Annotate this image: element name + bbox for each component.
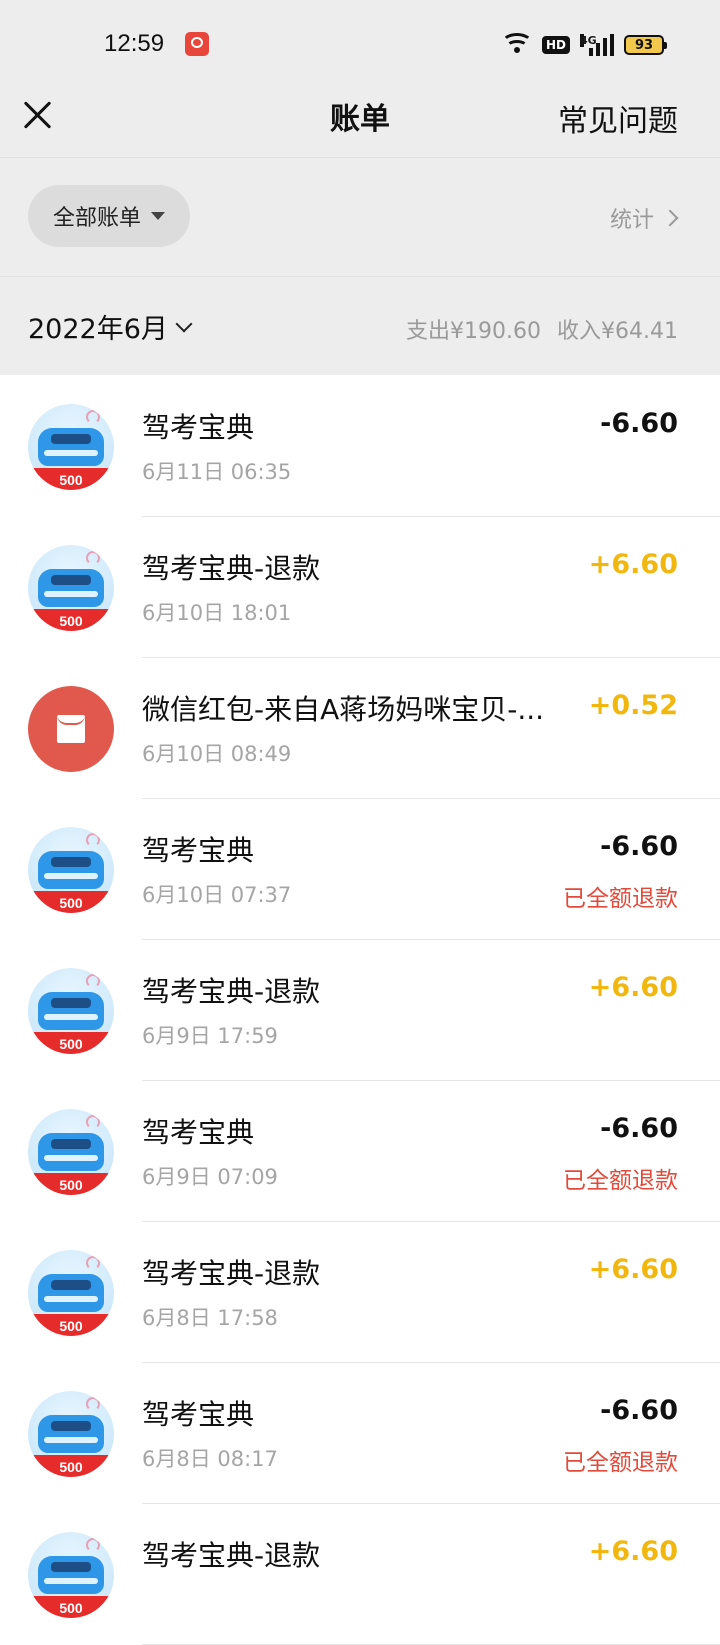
transaction-row[interactable]: 500 驾考宝典-退款 6月8日 17:58 +6.60 [0,1222,720,1363]
transaction-title: 驾考宝典-退款 [142,1257,321,1290]
transaction-amount: -6.60 [600,831,678,862]
bill-type-filter[interactable]: 全部账单 [28,185,190,247]
flag-icon [86,974,100,988]
transaction-row[interactable]: 500 驾考宝典 6月11日 06:35 -6.60 [0,376,720,517]
flag-icon [86,1538,100,1552]
transaction-row[interactable]: 500 驾考宝典 6月8日 08:17 -6.60 已全额退款 [0,1363,720,1504]
transaction-row[interactable]: 500 驾考宝典-退款 +6.60 [0,1504,720,1645]
transaction-title: 驾考宝典-退款 [142,1539,321,1572]
signal-icon: 4G [580,34,614,56]
transaction-title: 驾考宝典 [142,411,255,444]
transaction-title: 驾考宝典 [142,834,255,867]
caret-down-icon [151,212,165,220]
car-icon [38,428,104,466]
battery-icon: 93 [624,35,667,55]
month-summary-bar: 2022年6月 支出¥190.60 收入¥64.41 [0,277,720,375]
transaction-row[interactable]: 500 驾考宝典 6月10日 07:37 -6.60 已全额退款 [0,799,720,940]
car-icon [38,1274,104,1312]
transaction-row[interactable]: 微信红包-来自A蒋场妈咪宝贝-... 6月10日 08:49 +0.52 [0,658,720,799]
filter-bar: 全部账单 统计 [0,158,720,276]
avatar-badge: 500 [59,1318,83,1334]
transaction-time: 6月8日 17:58 [142,1306,278,1330]
transaction-amount: +6.60 [588,972,678,1003]
transaction-time: 6月10日 08:49 [142,742,292,766]
transaction-amount: -6.60 [600,1113,678,1144]
stats-link[interactable]: 统计 [609,202,679,234]
avatar-badge: 500 [59,1036,83,1052]
avatar-badge: 500 [59,1600,83,1616]
hd-badge: HD [541,36,570,54]
income-total: 收入¥64.41 [557,319,678,344]
car-app-icon: 500 [28,1250,114,1336]
envelope-icon [57,715,85,743]
car-app-icon: 500 [28,1391,114,1477]
car-app-icon: 500 [28,827,114,913]
transaction-row[interactable]: 500 驾考宝典 6月9日 07:09 -6.60 已全额退款 [0,1081,720,1222]
car-app-icon: 500 [28,545,114,631]
flag-icon [86,1115,100,1129]
filter-label: 全部账单 [52,206,141,231]
car-icon [38,1556,104,1594]
flag-icon [86,1397,100,1411]
car-icon [38,569,104,607]
status-time: 12:59 [104,30,165,57]
refund-status: 已全额退款 [563,1168,678,1194]
status-bar: 12:59 HD 4G 93 [0,0,720,90]
chevron-down-icon [175,315,193,332]
transaction-title: 驾考宝典-退款 [142,552,321,585]
chevron-right-icon [661,209,679,227]
car-app-icon: 500 [28,1532,114,1618]
car-app-icon: 500 [28,404,114,490]
transaction-row[interactable]: 500 驾考宝典-退款 6月9日 17:59 +6.60 [0,940,720,1081]
transaction-title: 驾考宝典 [142,1398,255,1431]
expense-total: 支出¥190.60 [406,319,542,344]
month-totals: 支出¥190.60 收入¥64.41 [406,313,678,345]
transaction-time: 6月9日 07:09 [142,1165,278,1189]
month-picker[interactable]: 2022年6月 [28,307,193,346]
transaction-title: 微信红包-来自A蒋场妈咪宝贝-... [142,693,545,726]
avatar-badge: 500 [59,613,83,629]
transaction-time: 6月8日 08:17 [142,1447,278,1471]
transaction-title: 驾考宝典 [142,1116,255,1149]
transaction-amount: +6.60 [588,1536,678,1567]
car-app-icon: 500 [28,968,114,1054]
transaction-amount: +6.60 [588,1254,678,1285]
transaction-amount: +0.52 [588,690,678,721]
faq-link[interactable]: 常见问题 [558,96,678,140]
transaction-title: 驾考宝典-退款 [142,975,321,1008]
flag-icon [86,833,100,847]
flag-icon [86,551,100,565]
car-icon [38,992,104,1030]
flag-icon [86,1256,100,1270]
transaction-time: 6月9日 17:59 [142,1024,278,1048]
transaction-row[interactable]: 500 驾考宝典-退款 6月10日 18:01 +6.60 [0,517,720,658]
red-packet-icon [28,686,114,772]
transaction-time: 6月10日 18:01 [142,601,292,625]
transaction-time: 6月11日 06:35 [142,460,292,484]
top-nav-bar: 账单 常见问题 [0,90,720,158]
stats-label: 统计 [609,208,654,233]
transaction-list: 500 驾考宝典 6月11日 06:35 -6.60 500 驾考宝典-退款 6月10日 1… [0,376,720,1645]
transaction-amount: +6.60 [588,549,678,580]
refund-status: 已全额退款 [563,1450,678,1476]
transaction-amount: -6.60 [600,1395,678,1426]
transaction-amount: -6.60 [600,408,678,439]
month-label: 2022年6月 [28,314,168,345]
refund-status: 已全额退款 [563,886,678,912]
avatar-badge: 500 [59,1177,83,1193]
car-icon [38,1133,104,1171]
notification-app-icon [185,32,209,56]
transaction-time: 6月10日 07:37 [142,883,292,907]
car-icon [38,851,104,889]
avatar-badge: 500 [59,1459,83,1475]
wifi-icon [500,33,533,57]
car-icon [38,1415,104,1453]
network-type: 4G [580,34,597,47]
flag-icon [86,410,100,424]
avatar-badge: 500 [59,895,83,911]
status-icons: HD 4G 93 [500,30,667,60]
avatar-badge: 500 [59,472,83,488]
car-app-icon: 500 [28,1109,114,1195]
battery-level: 93 [634,37,654,53]
